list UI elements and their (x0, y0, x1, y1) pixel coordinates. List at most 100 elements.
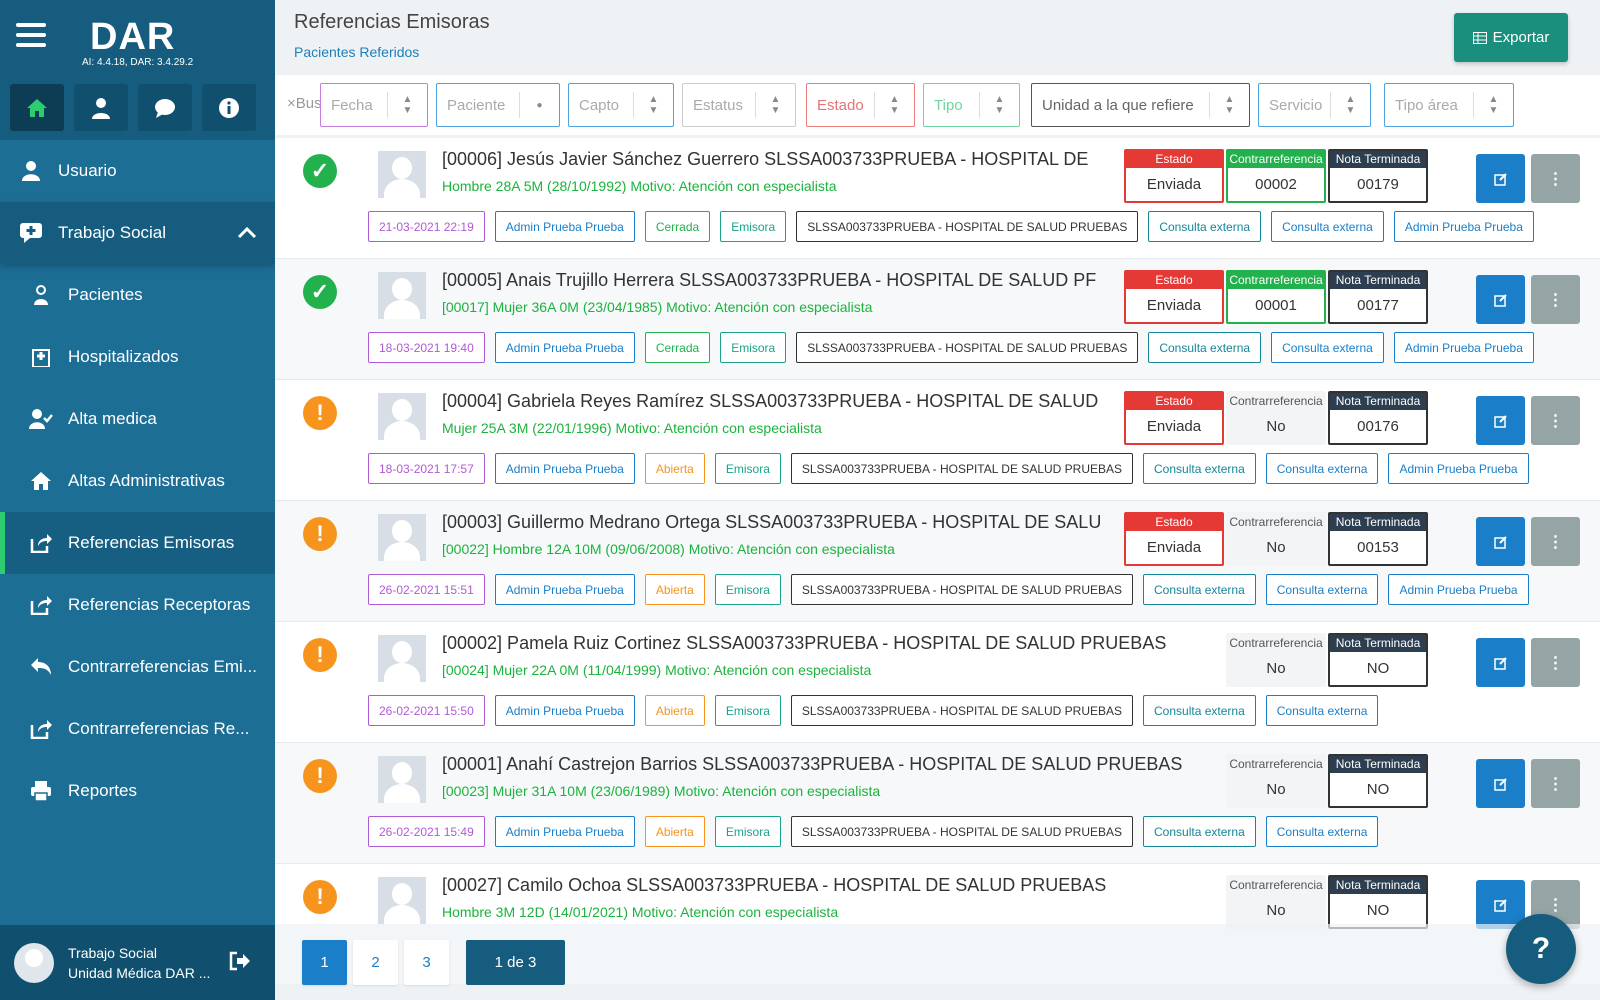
nota-box-label: Nota Terminada (1330, 635, 1426, 652)
service-chip: Consulta externa (1265, 453, 1379, 484)
more-options-button[interactable]: ⋮ (1531, 517, 1580, 566)
info-button[interactable] (202, 84, 256, 131)
paciente-filter[interactable]: Paciente ● (436, 83, 560, 127)
hospital-icon (28, 344, 54, 370)
more-options-button[interactable]: ⋮ (1531, 638, 1580, 687)
patient-title[interactable]: [00005] Anais Trujillo Herrera SLSSA0037… (442, 270, 1114, 291)
patient-title[interactable]: [00002] Pamela Ruiz Cortinez SLSSA003733… (442, 633, 1217, 654)
estado-box: Estado Enviada (1124, 270, 1224, 324)
page-button-1[interactable]: 1 (302, 940, 347, 985)
patient-info: Hombre 3M 12D (14/01/2021) Motivo: Atenc… (442, 904, 839, 920)
edit-button[interactable] (1476, 396, 1525, 445)
sidebar-item-reportes[interactable]: Reportes (0, 760, 275, 822)
sidebar-item-pacientes[interactable]: Pacientes (0, 264, 275, 326)
edit-button[interactable] (1476, 154, 1525, 203)
tipo-filter[interactable]: Tipo ▲ ▼ (923, 83, 1020, 127)
sidebar-item-trabajo-social[interactable]: Trabajo Social (0, 202, 275, 264)
nota-box: Nota Terminada 00177 (1328, 270, 1428, 324)
share-icon (28, 592, 54, 618)
page-button-2[interactable]: 2 (353, 940, 398, 985)
more-options-button[interactable]: ⋮ (1531, 396, 1580, 445)
date-chip: 26-02-2021 15:50 (368, 695, 485, 726)
capto-filter[interactable]: Capto ▲ ▼ (568, 83, 674, 127)
status-chip: Abierta (644, 453, 705, 484)
fecha-filter[interactable]: Fecha ▲ ▼ (320, 83, 428, 127)
estado-box: Estado Enviada (1124, 391, 1224, 445)
capto-filter-label: Capto (579, 96, 620, 114)
table-row[interactable]: ! [00001] Anahí Castrejon Barrios SLSSA0… (275, 743, 1600, 864)
help-button[interactable]: ? (1506, 914, 1576, 984)
table-row[interactable]: ✓ [00006] Jesús Javier Sánchez Guerrero … (275, 138, 1600, 259)
sidebar-item-contrarreferencias-emi[interactable]: Contrarreferencias Emi... (0, 636, 275, 698)
patient-title[interactable]: [00027] Camilo Ochoa SLSSA003733PRUEBA -… (442, 875, 1217, 896)
contra-box: Contrarreferencia No (1226, 875, 1326, 929)
nota-box-value: NO (1366, 660, 1390, 677)
more-options-button[interactable]: ⋮ (1531, 275, 1580, 324)
patient-title[interactable]: [00001] Anahí Castrejon Barrios SLSSA003… (442, 754, 1217, 775)
home-button[interactable] (10, 84, 64, 131)
patient-photo (378, 635, 426, 682)
edit-button[interactable] (1476, 759, 1525, 808)
edit-button[interactable] (1476, 638, 1525, 687)
unidad-filter[interactable]: Unidad a la que refiere ▲ ▼ (1031, 83, 1250, 127)
nota-box: Nota Terminada 00176 (1328, 391, 1428, 445)
contra-box-value: No (1266, 660, 1286, 677)
patient-info: Mujer 25A 3M (22/01/1996) Motivo: Atenci… (442, 420, 822, 436)
sidebar-item-label: Alta medica (68, 409, 157, 428)
status-chip: Abierta (644, 574, 705, 605)
estado-filter[interactable]: Estado ▲ ▼ (806, 83, 915, 127)
patient-icon (28, 282, 54, 308)
sort-icon: ▲ ▼ (1209, 92, 1249, 118)
sort-icon: ▲ ▼ (979, 92, 1019, 118)
chip-row: 26-02-2021 15:51 Admin Prueba Prueba Abi… (368, 574, 1529, 605)
tipo-area-filter[interactable]: Tipo área ▲ ▼ (1384, 83, 1514, 127)
edit-button[interactable] (1476, 517, 1525, 566)
sidebar-item-usuario[interactable]: Usuario (0, 140, 275, 202)
sidebar-item-referencias-receptoras[interactable]: Referencias Receptoras (0, 574, 275, 636)
edit-button[interactable] (1476, 275, 1525, 324)
user-chip: Admin Prueba Prueba (1388, 453, 1529, 484)
type-chip: Emisora (714, 695, 781, 726)
estatus-filter[interactable]: Estatus ▲ ▼ (682, 83, 796, 127)
contra-box-value: No (1266, 781, 1286, 798)
sort-icon: ▲ ▼ (1473, 92, 1513, 118)
doctor-button[interactable] (74, 84, 128, 131)
service-chip: Consulta externa (1265, 695, 1379, 726)
user-chip: Admin Prueba Prueba (494, 453, 635, 484)
type-chip: Emisora (720, 332, 787, 363)
sidebar-item-hospitalizados[interactable]: Hospitalizados (0, 326, 275, 388)
sidebar-item-contrarreferencias-re[interactable]: Contrarreferencias Re... (0, 698, 275, 760)
patient-title[interactable]: [00004] Gabriela Reyes Ramírez SLSSA0037… (442, 391, 1114, 412)
servicio-filter[interactable]: Servicio ▲ ▼ (1258, 83, 1371, 127)
menu-icon[interactable] (16, 23, 46, 47)
patient-info: [00024] Mujer 22A 0M (11/04/1999) Motivo… (442, 662, 872, 678)
reply-icon (28, 654, 54, 680)
sidebar-item-altas-administrativas[interactable]: Altas Administrativas (0, 450, 275, 512)
chat-button[interactable] (138, 84, 192, 131)
more-options-button[interactable]: ⋮ (1531, 154, 1580, 203)
export-button[interactable]: Exportar (1454, 13, 1568, 62)
avatar[interactable] (14, 942, 54, 983)
more-options-button[interactable]: ⋮ (1531, 759, 1580, 808)
patient-title[interactable]: [00003] Guillermo Medrano Ortega SLSSA00… (442, 512, 1114, 533)
logout-icon[interactable] (229, 951, 251, 976)
table-row[interactable]: ! [00004] Gabriela Reyes Ramírez SLSSA00… (275, 380, 1600, 501)
table-row[interactable]: ✓ [00005] Anais Trujillo Herrera SLSSA00… (275, 259, 1600, 380)
table-row[interactable]: ! [00003] Guillermo Medrano Ortega SLSSA… (275, 501, 1600, 622)
sidebar-item-alta-medica[interactable]: Alta medica (0, 388, 275, 450)
patient-title[interactable]: [00006] Jesús Javier Sánchez Guerrero SL… (442, 149, 1092, 170)
page-button-3[interactable]: 3 (404, 940, 449, 985)
contra-box-value: 00001 (1255, 297, 1297, 314)
sidebar-item-label: Hospitalizados (68, 347, 179, 366)
sidebar-item-referencias-emisoras[interactable]: Referencias Emisoras (0, 512, 275, 574)
nota-box: Nota Terminada NO (1328, 754, 1428, 808)
user-chip: Admin Prueba Prueba (494, 816, 635, 847)
estado-box-label: Estado (1126, 393, 1222, 410)
sidebar-header: DAR AI: 4.4.18, DAR: 3.4.29.2 (0, 0, 275, 75)
paciente-filter-label: Paciente (447, 96, 506, 114)
edit-icon (1493, 293, 1507, 307)
page-subtitle[interactable]: Pacientes Referidos (294, 44, 419, 60)
table-row[interactable]: ! [00002] Pamela Ruiz Cortinez SLSSA0037… (275, 622, 1600, 743)
app-logo: DAR (90, 16, 176, 58)
user-check-icon (28, 406, 54, 432)
